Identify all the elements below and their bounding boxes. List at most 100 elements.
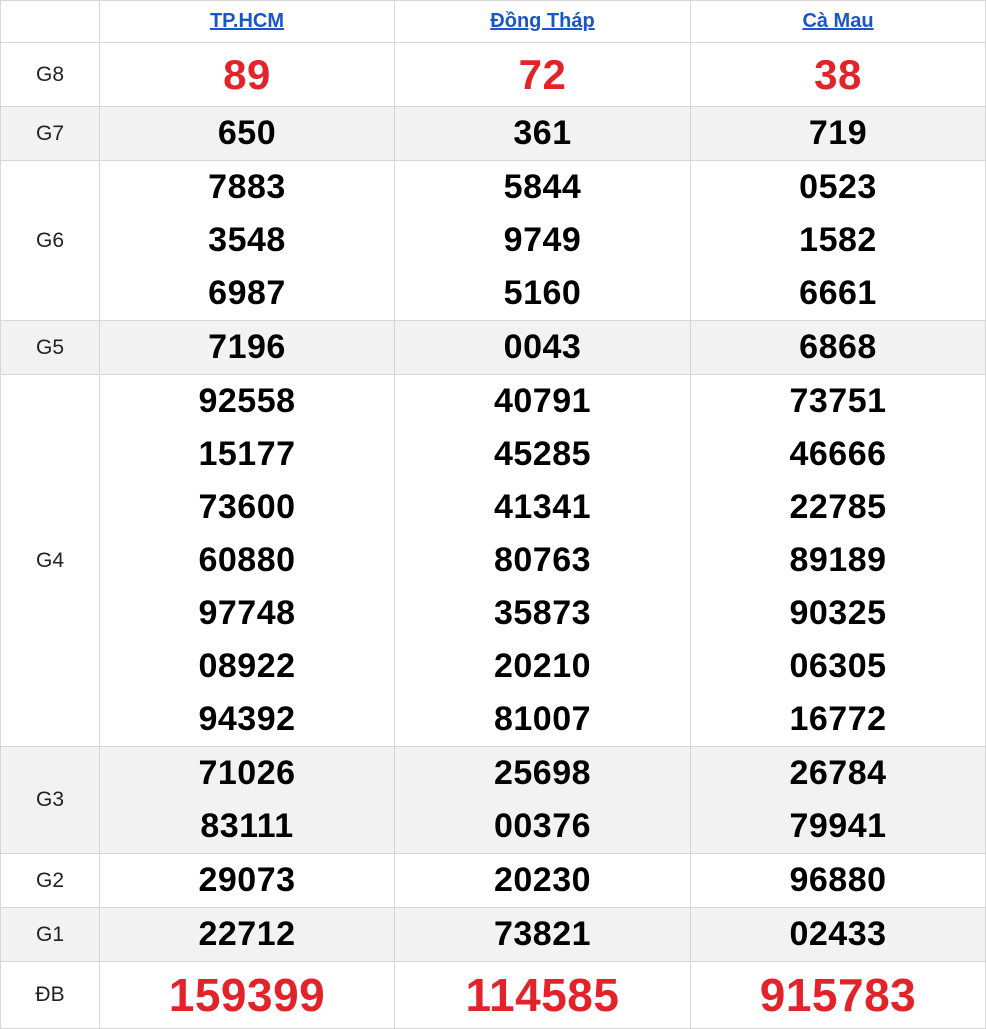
prize-cell: 38 <box>690 42 986 107</box>
prize-cell: 20230 <box>394 853 691 908</box>
prize-cell: 7196 <box>99 320 395 375</box>
result-number: 92558 <box>198 382 296 420</box>
result-number: 0043 <box>503 328 582 366</box>
result-number: 15177 <box>198 435 296 473</box>
result-number: 60880 <box>198 541 296 579</box>
prize-row-g5: G5 7196 0043 6868 <box>0 320 986 375</box>
prize-cell: 7883 3548 6987 <box>99 160 395 321</box>
result-number: 159399 <box>168 969 326 1021</box>
result-number: 1582 <box>799 221 877 259</box>
prize-row-g2: G2 29073 20230 96880 <box>0 853 986 908</box>
prize-cell: 71026 83111 <box>99 746 395 854</box>
result-number: 46666 <box>789 435 887 473</box>
prize-cell: 361 <box>394 106 691 161</box>
result-number: 915783 <box>759 969 917 1021</box>
result-number: 06305 <box>789 647 887 685</box>
result-number: 3548 <box>208 221 286 259</box>
result-number: 89 <box>223 51 271 98</box>
result-number: 6868 <box>799 328 877 366</box>
result-number: 72 <box>518 51 567 98</box>
prize-row-g3: G3 71026 83111 25698 00376 26784 79941 <box>0 746 986 854</box>
result-number: 81007 <box>493 700 592 738</box>
result-number: 80763 <box>493 541 592 579</box>
header-province-hcm: TP.HCM <box>99 0 395 43</box>
prize-row-đb: ĐB 159399 114585 915783 <box>0 961 986 1029</box>
result-number: 650 <box>217 114 277 152</box>
result-number: 97748 <box>198 594 296 632</box>
prize-cell: 29073 <box>99 853 395 908</box>
prize-label: ĐB <box>0 961 100 1029</box>
result-number: 20230 <box>493 861 592 899</box>
result-number: 96880 <box>789 861 887 899</box>
prize-cell: 02433 <box>690 907 986 962</box>
prize-row-g7: G7 650 361 719 <box>0 106 986 161</box>
result-number: 94392 <box>198 700 296 738</box>
result-number: 26784 <box>789 754 887 792</box>
header-row: TP.HCM Đồng Tháp Cà Mau <box>0 0 986 43</box>
prize-label: G6 <box>0 160 100 321</box>
result-number: 7883 <box>208 168 286 206</box>
result-number: 35873 <box>493 594 592 632</box>
header-label-cell <box>0 0 100 43</box>
result-number: 5160 <box>503 274 582 312</box>
prize-label: G7 <box>0 106 100 161</box>
prize-label: G8 <box>0 42 100 107</box>
result-number: 6987 <box>208 274 286 312</box>
results-body: G8 89 72 38 G7 650 361 719 G6 7883 3548 6987 5844 974… <box>0 42 986 1029</box>
prize-cell: 96880 <box>690 853 986 908</box>
province-link-ca-mau[interactable]: Cà Mau <box>802 10 873 32</box>
prize-label: G5 <box>0 320 100 375</box>
prize-cell: 915783 <box>690 961 986 1029</box>
province-link-dong-thap[interactable]: Đồng Tháp <box>490 10 594 32</box>
prize-cell: 92558 15177 73600 60880 97748 08922 94392 <box>99 374 395 747</box>
result-number: 73751 <box>789 382 887 420</box>
result-number: 5844 <box>503 168 582 206</box>
header-province-dong-thap: Đồng Tháp <box>394 0 691 43</box>
prize-row-g1: G1 22712 73821 02433 <box>0 907 986 962</box>
result-number: 25698 <box>493 754 592 792</box>
result-number: 02433 <box>789 915 887 953</box>
prize-label: G2 <box>0 853 100 908</box>
prize-row-g4: G4 92558 15177 73600 60880 97748 08922 94392 407… <box>0 374 986 747</box>
result-number: 38 <box>814 51 862 98</box>
prize-cell: 5844 9749 5160 <box>394 160 691 321</box>
result-number: 90325 <box>789 594 887 632</box>
result-number: 08922 <box>198 647 296 685</box>
prize-cell: 73751 46666 22785 89189 90325 06305 16772 <box>690 374 986 747</box>
result-number: 40791 <box>493 382 592 420</box>
result-number: 7196 <box>208 328 286 366</box>
result-number: 22785 <box>789 488 887 526</box>
result-number: 79941 <box>789 807 887 845</box>
result-number: 41341 <box>493 488 592 526</box>
prize-cell: 114585 <box>394 961 691 1029</box>
prize-cell: 22712 <box>99 907 395 962</box>
result-number: 45285 <box>493 435 592 473</box>
prize-cell: 6868 <box>690 320 986 375</box>
prize-cell: 0523 1582 6661 <box>690 160 986 321</box>
province-link-hcm[interactable]: TP.HCM <box>210 10 284 32</box>
result-number: 73600 <box>198 488 296 526</box>
lottery-results-table: TP.HCM Đồng Tháp Cà Mau G8 89 72 38 G7 650 361… <box>0 0 986 1029</box>
prize-cell: 159399 <box>99 961 395 1029</box>
prize-cell: 89 <box>99 42 395 107</box>
prize-cell: 26784 79941 <box>690 746 986 854</box>
result-number: 6661 <box>799 274 877 312</box>
result-number: 73821 <box>493 915 592 953</box>
result-number: 0523 <box>799 168 877 206</box>
prize-row-g8: G8 89 72 38 <box>0 42 986 107</box>
result-number: 719 <box>808 114 868 152</box>
prize-label: G1 <box>0 907 100 962</box>
result-number: 29073 <box>198 861 296 899</box>
result-number: 89189 <box>789 541 887 579</box>
header-province-ca-mau: Cà Mau <box>690 0 986 43</box>
result-number: 16772 <box>789 700 887 738</box>
prize-label: G4 <box>0 374 100 747</box>
prize-cell: 40791 45285 41341 80763 35873 20210 81007 <box>394 374 691 747</box>
result-number: 00376 <box>493 807 592 845</box>
prize-cell: 0043 <box>394 320 691 375</box>
prize-cell: 72 <box>394 42 691 107</box>
result-number: 22712 <box>198 915 296 953</box>
prize-label: G3 <box>0 746 100 854</box>
result-number: 71026 <box>198 754 296 792</box>
prize-cell: 25698 00376 <box>394 746 691 854</box>
